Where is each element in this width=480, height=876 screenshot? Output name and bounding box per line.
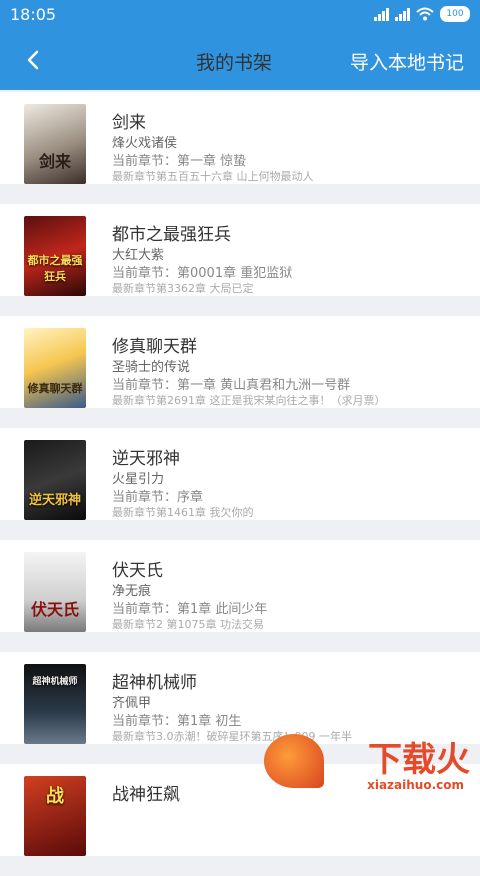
signal-icon-2 <box>395 7 410 21</box>
cover-title: 战 <box>46 786 64 807</box>
book-title: 都市之最强狂兵 <box>112 225 231 245</box>
fox-logo-icon <box>264 734 324 788</box>
wifi-icon <box>416 7 434 21</box>
book-item[interactable]: 剑来 剑来 烽火戏诸侯 当前章节：第一章 惊蛰 最新章节第五百五十六章 山上何物… <box>0 92 480 184</box>
book-cover: 超神机械师 <box>24 664 86 744</box>
back-arrow-icon[interactable] <box>22 48 46 72</box>
battery-icon: 100 <box>440 6 470 22</box>
latest-chapter: 最新章节第3362章 大局已定 <box>112 282 254 295</box>
book-item[interactable]: 逆天邪神 逆天邪神 火星引力 当前章节：序章 最新章节第1461章 我欠你的 <box>0 428 480 520</box>
signal-icon <box>374 7 389 21</box>
book-title: 剑来 <box>112 113 146 133</box>
book-cover: 伏天氏 <box>24 552 86 632</box>
watermark-text: 下载火 <box>368 740 470 780</box>
book-cover: 战 <box>24 776 86 856</box>
cover-title: 都市之最强狂兵 <box>27 254 83 283</box>
book-title: 逆天邪神 <box>112 449 180 469</box>
book-author: 圣骑士的传说 <box>112 360 191 375</box>
cover-title: 伏天氏 <box>30 600 79 619</box>
book-author: 齐佩甲 <box>112 696 152 711</box>
current-chapter: 当前章节：第一章 惊蛰 <box>112 154 247 169</box>
book-author: 净无痕 <box>112 584 152 599</box>
current-chapter: 当前章节：第0001章 重犯监狱 <box>112 266 293 281</box>
book-title: 修真聊天群 <box>112 337 197 357</box>
book-item[interactable]: 超神机械师 超神机械师 齐佩甲 当前章节：第1章 初生 最新章节3.0赤潮！破碎… <box>0 652 480 744</box>
book-cover: 剑来 <box>24 104 86 184</box>
nav-bar: 我的书架 导入本地书记 <box>0 30 480 90</box>
cover-title: 超神机械师 <box>32 677 78 687</box>
current-chapter: 当前章节：第1章 初生 <box>112 714 242 729</box>
book-author: 火星引力 <box>112 472 165 487</box>
book-title: 伏天氏 <box>112 561 163 581</box>
cover-title: 修真聊天群 <box>27 382 83 395</box>
book-item[interactable]: 都市之最强狂兵 都市之最强狂兵 大红大紫 当前章节：第0001章 重犯监狱 最新… <box>0 204 480 296</box>
cover-title: 逆天邪神 <box>28 493 81 508</box>
book-cover: 修真聊天群 <box>24 328 86 408</box>
book-cover: 都市之最强狂兵 <box>24 216 86 296</box>
book-cover: 逆天邪神 <box>24 440 86 520</box>
book-author: 烽火戏诸侯 <box>112 136 178 151</box>
page-title: 我的书架 <box>196 52 273 74</box>
book-title: 超神机械师 <box>112 673 197 693</box>
import-local-button[interactable]: 导入本地书记 <box>350 48 464 75</box>
book-title: 战神狂飙 <box>112 785 180 805</box>
latest-chapter: 最新章节2 第1075章 功法交易 <box>112 618 264 631</box>
book-item[interactable]: 修真聊天群 修真聊天群 圣骑士的传说 当前章节：第一章 黄山真君和九洲一号群 最… <box>0 316 480 408</box>
site-watermark: 下载火 xiazaihuo.com <box>264 732 474 794</box>
current-chapter: 当前章节：第1章 此间少年 <box>112 602 268 617</box>
cover-title: 剑来 <box>38 152 71 171</box>
book-item[interactable]: 伏天氏 伏天氏 净无痕 当前章节：第1章 此间少年 最新章节2 第1075章 功… <box>0 540 480 632</box>
latest-chapter: 最新章节第2691章 这正是我宋某向往之事！（求月票） <box>112 394 386 407</box>
book-author: 大红大紫 <box>112 248 165 263</box>
current-chapter: 当前章节：序章 <box>112 490 204 505</box>
status-time: 18:05 <box>10 5 57 24</box>
latest-chapter: 最新章节第五百五十六章 山上何物最动人 <box>112 170 314 183</box>
latest-chapter: 最新章节第1461章 我欠你的 <box>112 506 254 519</box>
status-bar: 18:05 100 <box>0 0 480 30</box>
current-chapter: 当前章节：第一章 黄山真君和九洲一号群 <box>112 378 351 393</box>
status-icons: 100 <box>374 6 470 22</box>
watermark-url: xiazaihuo.com <box>367 778 464 792</box>
